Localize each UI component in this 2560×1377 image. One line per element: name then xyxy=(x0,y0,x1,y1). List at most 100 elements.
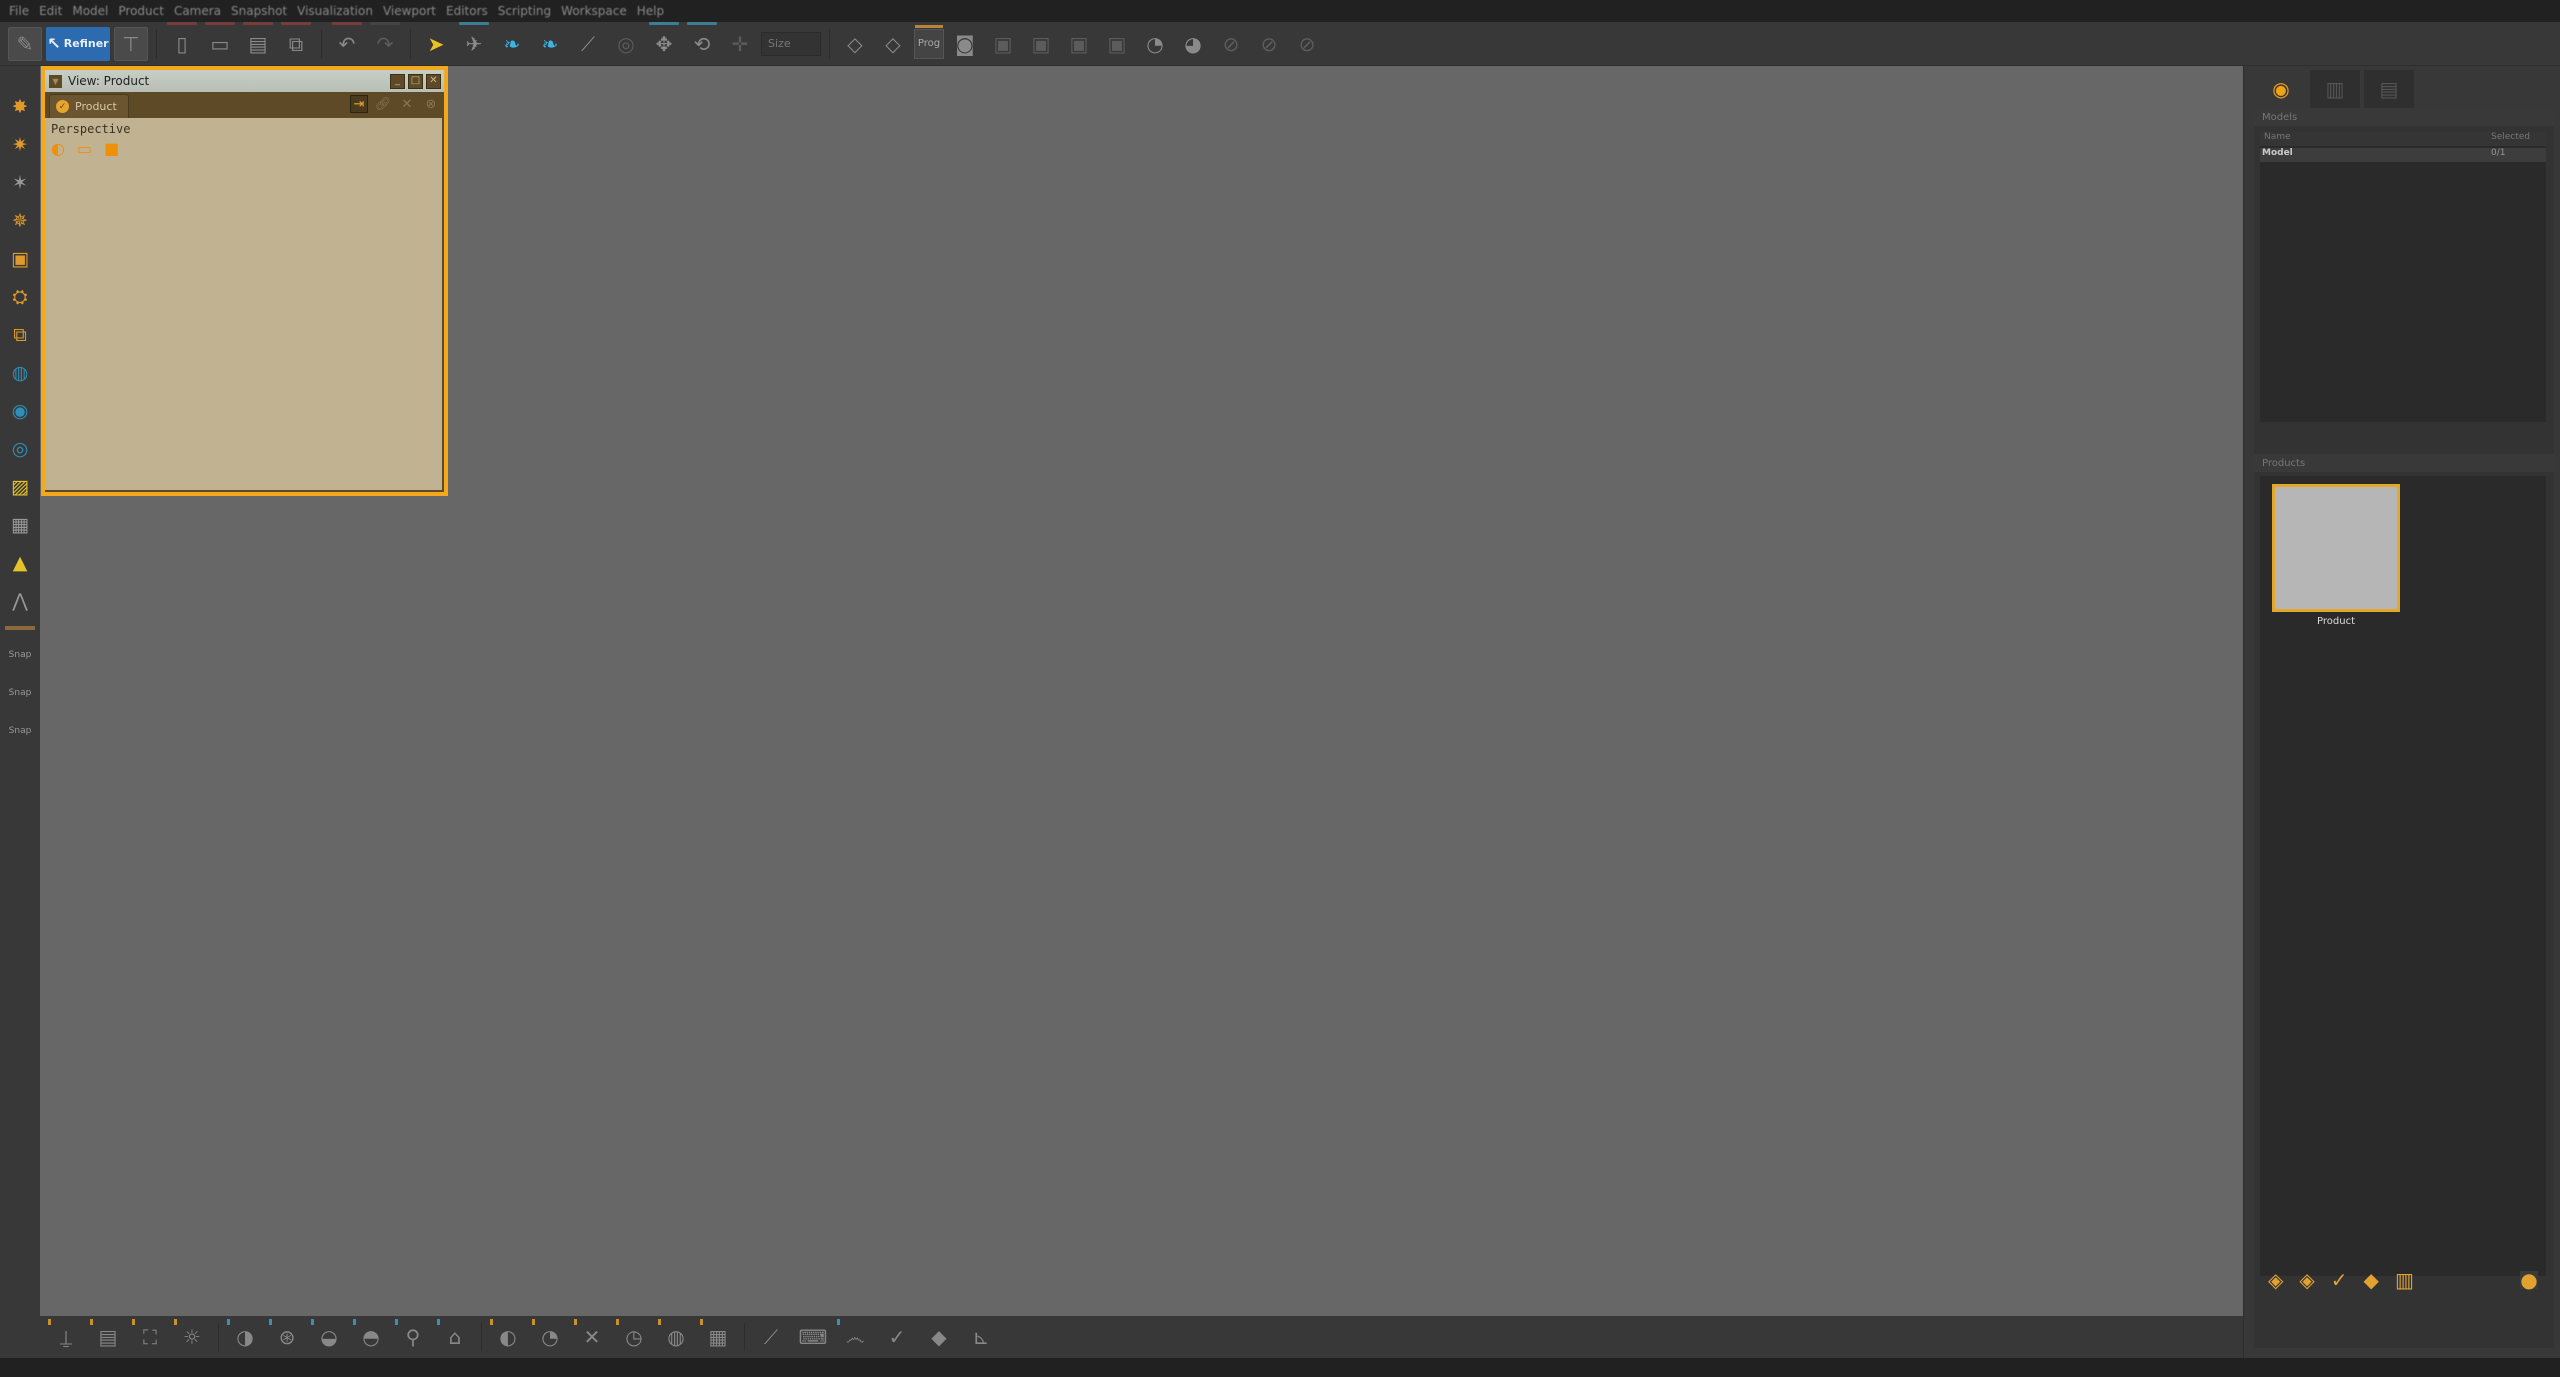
texture-button[interactable]: ▦ xyxy=(700,1319,736,1355)
tab-product[interactable]: ✓ Product xyxy=(49,94,129,118)
menu-file[interactable]: File xyxy=(4,0,34,22)
menu-viewport[interactable]: Viewport xyxy=(378,0,441,22)
minimize-button[interactable]: _ xyxy=(390,73,405,89)
terrain-tool-button[interactable]: ▲ xyxy=(5,548,35,578)
show-product-icon[interactable]: ◆ xyxy=(2364,1268,2379,1292)
snap-a-button[interactable]: ◇ xyxy=(838,27,872,61)
menu-scripting[interactable]: Scripting xyxy=(493,0,556,22)
link-button[interactable]: 🔗︎ xyxy=(374,95,392,113)
redo-button[interactable]: ↷ xyxy=(368,21,402,61)
projector-tool-button[interactable]: ⛭ xyxy=(5,282,35,312)
pivot-tool-button[interactable]: ✛ xyxy=(723,27,757,61)
column-header-name[interactable]: Name xyxy=(2260,132,2491,146)
animation-button[interactable]: ◷ xyxy=(616,1319,652,1355)
menu-camera[interactable]: Camera xyxy=(169,0,226,22)
grid-tool-button[interactable]: ▦ xyxy=(5,510,35,540)
tab-visibility[interactable]: ◉ xyxy=(2256,70,2306,108)
remove-button[interactable]: ⊗ xyxy=(422,95,440,113)
target-tool-button[interactable]: ▣ xyxy=(5,244,35,274)
snap-alt-button[interactable]: Snap xyxy=(5,678,35,708)
save-as-button[interactable]: ⧉ xyxy=(279,21,313,61)
menu-product[interactable]: Product xyxy=(113,0,169,22)
shader-button[interactable]: ◔ xyxy=(532,1319,568,1355)
render-option-1-button[interactable]: ▣ xyxy=(986,27,1020,61)
window-menu-icon[interactable]: ▼ xyxy=(49,74,62,88)
rotate-tool-button[interactable]: ⟲ xyxy=(685,21,719,61)
transform-button[interactable]: ✕ xyxy=(574,1319,610,1355)
snap-b-button[interactable]: ◇ xyxy=(876,27,910,61)
menu-editors[interactable]: Editors xyxy=(441,0,493,22)
progressive-button[interactable]: Prog xyxy=(914,24,944,59)
contrast-button[interactable]: ◐ xyxy=(490,1319,526,1355)
snap-move-button[interactable]: Snap xyxy=(5,716,35,746)
fit-button[interactable]: ⛶ xyxy=(132,1319,168,1355)
camera-look-button[interactable]: ◉ xyxy=(5,396,35,426)
render-button[interactable]: ◙ xyxy=(948,27,982,61)
table-row[interactable]: Model 0/1 xyxy=(2260,148,2546,162)
add-product-icon[interactable]: ◈ xyxy=(2268,1268,2283,1292)
camera-center-button[interactable]: ◎ xyxy=(5,434,35,464)
material-4-button[interactable]: ◓ xyxy=(353,1319,389,1355)
duplicate-product-icon[interactable]: ◈ xyxy=(2299,1268,2314,1292)
eye-icon[interactable]: ◐ xyxy=(51,139,65,158)
models-list[interactable]: Name Selected Model 0/1 xyxy=(2260,132,2546,422)
view-content[interactable]: Perspective ◐ ▭ ■ xyxy=(45,118,444,162)
material-3-button[interactable]: ◒ xyxy=(311,1319,347,1355)
video-camera-icon[interactable]: ▭ xyxy=(77,139,92,158)
timer-button[interactable]: ◔ xyxy=(1138,27,1172,61)
graph-tool-button[interactable]: ⋀ xyxy=(5,586,35,616)
camera-orbit-button[interactable]: ◍ xyxy=(5,358,35,388)
calendar-button[interactable]: ▤ xyxy=(90,1319,126,1355)
column-header-selected[interactable]: Selected xyxy=(2491,132,2546,146)
render-option-3-button[interactable]: ▣ xyxy=(1062,27,1096,61)
walk-alt-tool-button[interactable]: ❧ xyxy=(533,27,567,61)
menu-snapshot[interactable]: Snapshot xyxy=(226,0,292,22)
house-button[interactable]: ⌂ xyxy=(437,1319,473,1355)
view-window[interactable]: ▼ View: Product _ □ ✕ ✓ Product ⇥ 🔗︎ ✕ ⊗… xyxy=(41,66,448,496)
view-window-titlebar[interactable]: ▼ View: Product _ □ ✕ xyxy=(45,70,444,92)
activate-product-icon[interactable]: ✓ xyxy=(2331,1268,2348,1292)
move-tool-button[interactable]: ✥ xyxy=(647,21,681,61)
keyboard-button[interactable]: ⌨ xyxy=(795,1319,831,1355)
check-button[interactable]: ✓ xyxy=(879,1319,915,1355)
settings-button[interactable]: ✕ xyxy=(398,95,416,113)
menu-model[interactable]: Model xyxy=(67,0,113,22)
menu-edit[interactable]: Edit xyxy=(34,0,67,22)
cube-icon[interactable]: ■ xyxy=(104,139,119,158)
delete-icon[interactable]: ▥ xyxy=(2395,1268,2414,1292)
pointer-tool-button[interactable]: ➤ xyxy=(419,27,453,61)
detach-view-button[interactable]: ⇥ xyxy=(350,95,368,113)
material-2-button[interactable]: ⊛ xyxy=(269,1319,305,1355)
product-thumbnail[interactable] xyxy=(2272,484,2400,612)
upload-button[interactable]: ⍊ xyxy=(48,1319,84,1355)
light-edit-button[interactable]: ✷ xyxy=(5,130,35,160)
undo-button[interactable]: ↶ xyxy=(330,21,364,61)
select-tool-button[interactable]: ✎ xyxy=(8,26,42,61)
material-1-button[interactable]: ◑ xyxy=(227,1319,263,1355)
new-file-button[interactable]: ▯ xyxy=(165,21,199,61)
snap-button[interactable]: Snap xyxy=(5,640,35,670)
save-button[interactable]: ▤ xyxy=(241,21,275,61)
sun-button[interactable]: ☼ xyxy=(174,1319,210,1355)
frame-tool-button[interactable]: ⧉ xyxy=(5,320,35,350)
disabled-3-button[interactable]: ⊘ xyxy=(1290,27,1324,61)
light-tool-button[interactable]: ✸ xyxy=(5,92,35,122)
light-add-button[interactable]: ✵ xyxy=(5,206,35,236)
axes-button[interactable]: ⊾ xyxy=(963,1319,999,1355)
fly-tool-button[interactable]: ✈ xyxy=(457,21,491,61)
render-option-4-button[interactable]: ▣ xyxy=(1100,27,1134,61)
maximize-button[interactable]: □ xyxy=(408,73,423,89)
size-input[interactable]: Size xyxy=(761,31,821,56)
menu-visualization[interactable]: Visualization xyxy=(292,0,378,22)
tab-library[interactable]: ▥ xyxy=(2310,70,2360,108)
menu-help[interactable]: Help xyxy=(632,0,669,22)
image-tool-button[interactable]: ▨ xyxy=(5,472,35,502)
disabled-2-button[interactable]: ⊘ xyxy=(1252,27,1286,61)
menu-workspace[interactable]: Workspace xyxy=(556,0,632,22)
environment-button[interactable]: ◍ xyxy=(658,1319,694,1355)
pin-button[interactable]: ⚲ xyxy=(395,1319,431,1355)
orbit-tool-button[interactable]: ◎ xyxy=(609,27,643,61)
options-button[interactable]: ● xyxy=(2520,1268,2538,1292)
render-option-2-button[interactable]: ▣ xyxy=(1024,27,1058,61)
disabled-1-button[interactable]: ⊘ xyxy=(1214,27,1248,61)
